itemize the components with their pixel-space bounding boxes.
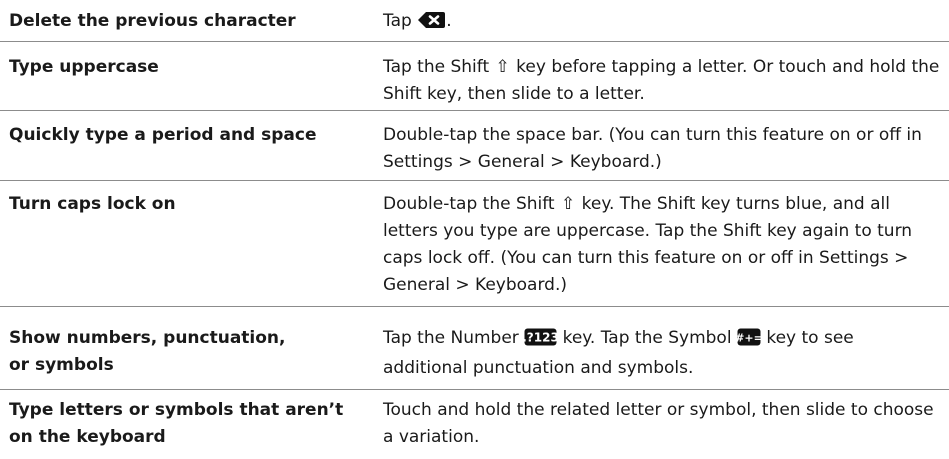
task-instructions: Tap .	[383, 8, 943, 38]
table-row: Type uppercase Tap the Shift ⇧ key befor…	[0, 42, 949, 111]
instruction-text: Double-tap the Shift	[383, 194, 560, 214]
task-label-line: or symbols	[9, 355, 114, 375]
instruction-text: Tap	[383, 11, 418, 31]
task-label: Turn caps lock on	[9, 194, 176, 214]
task-instructions: Tap the Shift ⇧ key before tapping a let…	[383, 54, 943, 108]
symbol-key-icon: #+=	[735, 328, 763, 355]
keyboard-tips-table: Delete the previous character Tap . Type…	[0, 0, 949, 459]
number-key-icon: .?123	[522, 328, 559, 355]
instruction-text: Touch and hold the related letter or sym…	[383, 400, 934, 447]
task-label: Show numbers, punctuation, or symbols	[9, 325, 369, 379]
task-instructions: Tap the Number .?123 key. Tap the Symbol…	[383, 325, 943, 382]
task-label-line: on the keyboard	[9, 427, 166, 447]
task-label-line: Type letters or symbols that aren’t	[9, 400, 344, 420]
table-row: Delete the previous character Tap .	[0, 0, 949, 42]
delete-key-icon	[417, 11, 446, 38]
shift-key-icon: ⇧	[561, 194, 576, 214]
task-label-line: Show numbers, punctuation,	[9, 328, 286, 348]
table-row: Turn caps lock on Double-tap the Shift ⇧…	[0, 181, 949, 307]
task-label: Quickly type a period and space	[9, 125, 317, 145]
instruction-text: Tap the Shift	[383, 57, 495, 77]
task-label: Type letters or symbols that aren’t on t…	[9, 397, 369, 451]
task-instructions: Touch and hold the related letter or sym…	[383, 397, 943, 451]
task-label: Type uppercase	[9, 57, 159, 77]
table-row: Type letters or symbols that aren’t on t…	[0, 390, 949, 459]
svg-text:#+=: #+=	[737, 332, 761, 345]
svg-text:.?123: .?123	[524, 331, 557, 345]
shift-key-icon: ⇧	[495, 57, 510, 77]
table-row: Quickly type a period and space Double-t…	[0, 111, 949, 181]
instruction-text: .	[446, 11, 452, 31]
instruction-text: Double-tap the space bar. (You can turn …	[383, 125, 922, 172]
task-instructions: Double-tap the space bar. (You can turn …	[383, 122, 943, 176]
instruction-text: key. Tap the Symbol	[557, 328, 737, 348]
task-instructions: Double-tap the Shift ⇧ key. The Shift ke…	[383, 191, 943, 299]
task-label: Delete the previous character	[9, 11, 296, 31]
table-row: Show numbers, punctuation, or symbols Ta…	[0, 307, 949, 390]
instruction-text: Tap the Number	[383, 328, 525, 348]
